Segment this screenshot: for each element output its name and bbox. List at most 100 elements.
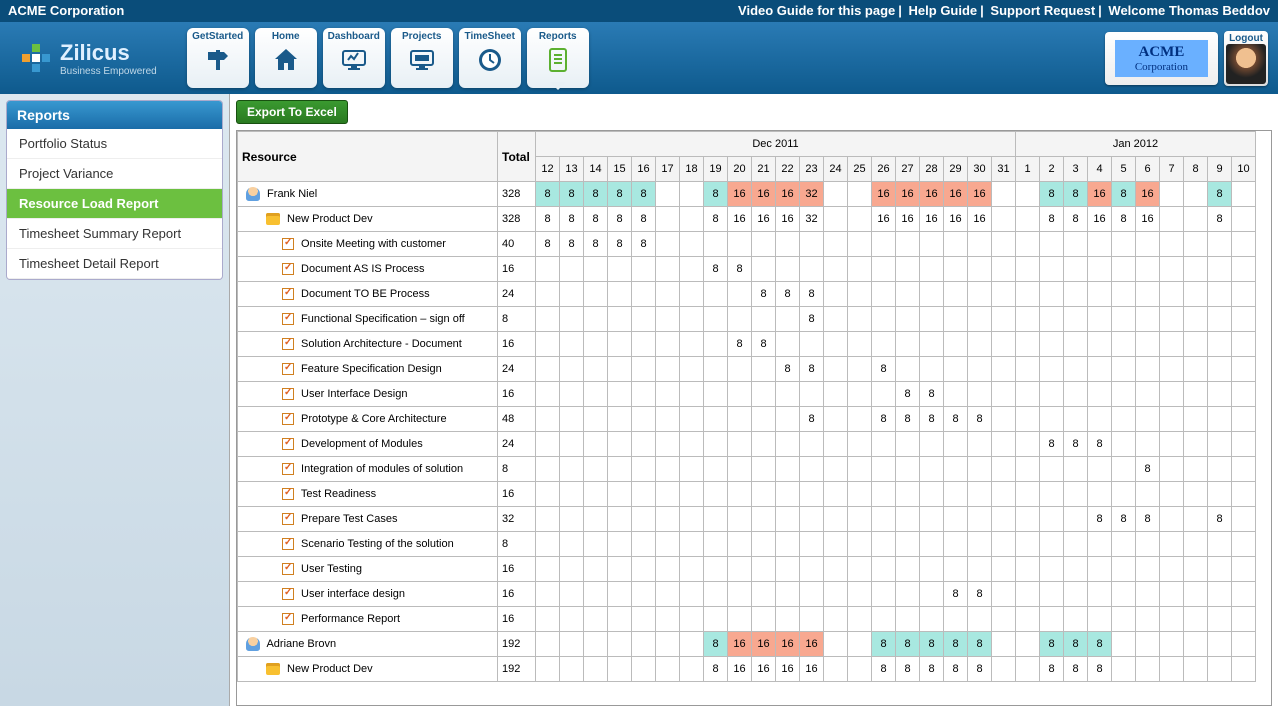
topbar-company: ACME Corporation xyxy=(8,3,124,19)
cell-day xyxy=(824,257,848,282)
cell-day xyxy=(608,307,632,332)
cell-day xyxy=(536,282,560,307)
cell-day xyxy=(536,307,560,332)
link-help-guide[interactable]: Help Guide xyxy=(909,3,978,18)
cell-name[interactable]: Prototype & Core Architecture xyxy=(238,407,498,432)
nav-tab-projects[interactable]: Projects xyxy=(391,28,453,88)
cell-name[interactable]: User Interface Design xyxy=(238,382,498,407)
cell-day: 8 xyxy=(1040,657,1064,682)
export-button[interactable]: Export To Excel xyxy=(236,100,348,124)
cell-day: 16 xyxy=(728,207,752,232)
cell-day xyxy=(680,557,704,582)
cell-day xyxy=(536,632,560,657)
sidebar-item-timesheet-summary-report[interactable]: Timesheet Summary Report xyxy=(7,219,222,249)
sidebar-item-portfolio-status[interactable]: Portfolio Status xyxy=(7,129,222,159)
cell-day xyxy=(536,507,560,532)
cell-name[interactable]: Functional Specification – sign off xyxy=(238,307,498,332)
cell-day xyxy=(920,307,944,332)
day-header: 2 xyxy=(1040,157,1064,182)
cell-day xyxy=(632,432,656,457)
cell-day xyxy=(896,232,920,257)
cell-name[interactable]: Document TO BE Process xyxy=(238,282,498,307)
cell-day xyxy=(656,657,680,682)
cell-day xyxy=(1016,632,1040,657)
nav-tab-dashboard[interactable]: Dashboard xyxy=(323,28,385,88)
sidebar-item-resource-load-report[interactable]: Resource Load Report xyxy=(7,189,222,219)
cell-day xyxy=(1208,632,1232,657)
cell-day xyxy=(584,282,608,307)
cell-day xyxy=(608,657,632,682)
cell-day xyxy=(968,557,992,582)
cell-day xyxy=(872,607,896,632)
cell-day xyxy=(632,607,656,632)
cell-day xyxy=(608,407,632,432)
cell-day xyxy=(632,332,656,357)
cell-day xyxy=(1112,357,1136,382)
cell-day: 8 xyxy=(584,182,608,207)
report-grid[interactable]: ResourceTotalDec 2011Jan 201212131415161… xyxy=(236,130,1272,706)
cell-day xyxy=(1136,257,1160,282)
nav-tab-timesheet[interactable]: TimeSheet xyxy=(459,28,521,88)
sidebar-item-timesheet-detail-report[interactable]: Timesheet Detail Report xyxy=(7,249,222,279)
logout-label: Logout xyxy=(1226,33,1266,44)
cell-day xyxy=(920,532,944,557)
sidebar-item-project-variance[interactable]: Project Variance xyxy=(7,159,222,189)
cell-day xyxy=(1016,582,1040,607)
cell-day xyxy=(872,332,896,357)
cell-name[interactable]: New Product Dev xyxy=(238,207,498,232)
grid-row-task: User Testing16 xyxy=(238,557,1256,582)
cell-day: 8 xyxy=(704,657,728,682)
screen-icon xyxy=(408,46,436,81)
cell-day xyxy=(968,232,992,257)
cell-name[interactable]: User interface design xyxy=(238,582,498,607)
cell-day xyxy=(1112,532,1136,557)
cell-name[interactable]: Adriane Brovn xyxy=(238,632,498,657)
cell-name[interactable]: User Testing xyxy=(238,557,498,582)
cell-name[interactable]: Scenario Testing of the solution xyxy=(238,532,498,557)
cell-day xyxy=(1184,657,1208,682)
cell-day xyxy=(1112,382,1136,407)
day-header: 13 xyxy=(560,157,584,182)
cell-day xyxy=(800,557,824,582)
cell-name[interactable]: Solution Architecture - Document xyxy=(238,332,498,357)
cell-day xyxy=(680,507,704,532)
cell-day xyxy=(704,332,728,357)
cell-day xyxy=(632,582,656,607)
cell-day xyxy=(1232,182,1256,207)
cell-name[interactable]: Onsite Meeting with customer xyxy=(238,232,498,257)
welcome-user[interactable]: Welcome Thomas Beddov xyxy=(1108,3,1270,18)
cell-name[interactable]: New Product Dev xyxy=(238,657,498,682)
cell-day xyxy=(1208,457,1232,482)
cell-day: 16 xyxy=(968,207,992,232)
cell-name[interactable]: Prepare Test Cases xyxy=(238,507,498,532)
link-support[interactable]: Support Request xyxy=(990,3,1095,18)
cell-name[interactable]: Document AS IS Process xyxy=(238,257,498,282)
cell-day xyxy=(680,357,704,382)
cell-day xyxy=(1040,382,1064,407)
nav-tab-home[interactable]: Home xyxy=(255,28,317,88)
logout-box[interactable]: Logout xyxy=(1224,31,1268,86)
cell-day xyxy=(560,432,584,457)
cell-day xyxy=(584,557,608,582)
cell-day xyxy=(680,657,704,682)
nav-tab-getstarted[interactable]: GetStarted xyxy=(187,28,249,88)
cell-name[interactable]: Performance Report xyxy=(238,607,498,632)
day-header: 30 xyxy=(968,157,992,182)
cell-day: 8 xyxy=(1040,182,1064,207)
cell-name[interactable]: Feature Specification Design xyxy=(238,357,498,382)
link-video-guide[interactable]: Video Guide for this page xyxy=(738,3,895,18)
cell-name[interactable]: Integration of modules of solution xyxy=(238,457,498,482)
day-header: 29 xyxy=(944,157,968,182)
day-header: 9 xyxy=(1208,157,1232,182)
cell-day xyxy=(584,382,608,407)
cell-name[interactable]: Frank Niel xyxy=(238,182,498,207)
cell-day xyxy=(680,182,704,207)
cell-name[interactable]: Development of Modules xyxy=(238,432,498,457)
nav-tab-reports[interactable]: Reports xyxy=(527,28,589,88)
grid-row-task: Onsite Meeting with customer4088888 xyxy=(238,232,1256,257)
cell-day xyxy=(608,382,632,407)
cell-day xyxy=(1088,532,1112,557)
cell-name[interactable]: Test Readiness xyxy=(238,482,498,507)
cell-day xyxy=(992,657,1016,682)
day-header: 23 xyxy=(800,157,824,182)
